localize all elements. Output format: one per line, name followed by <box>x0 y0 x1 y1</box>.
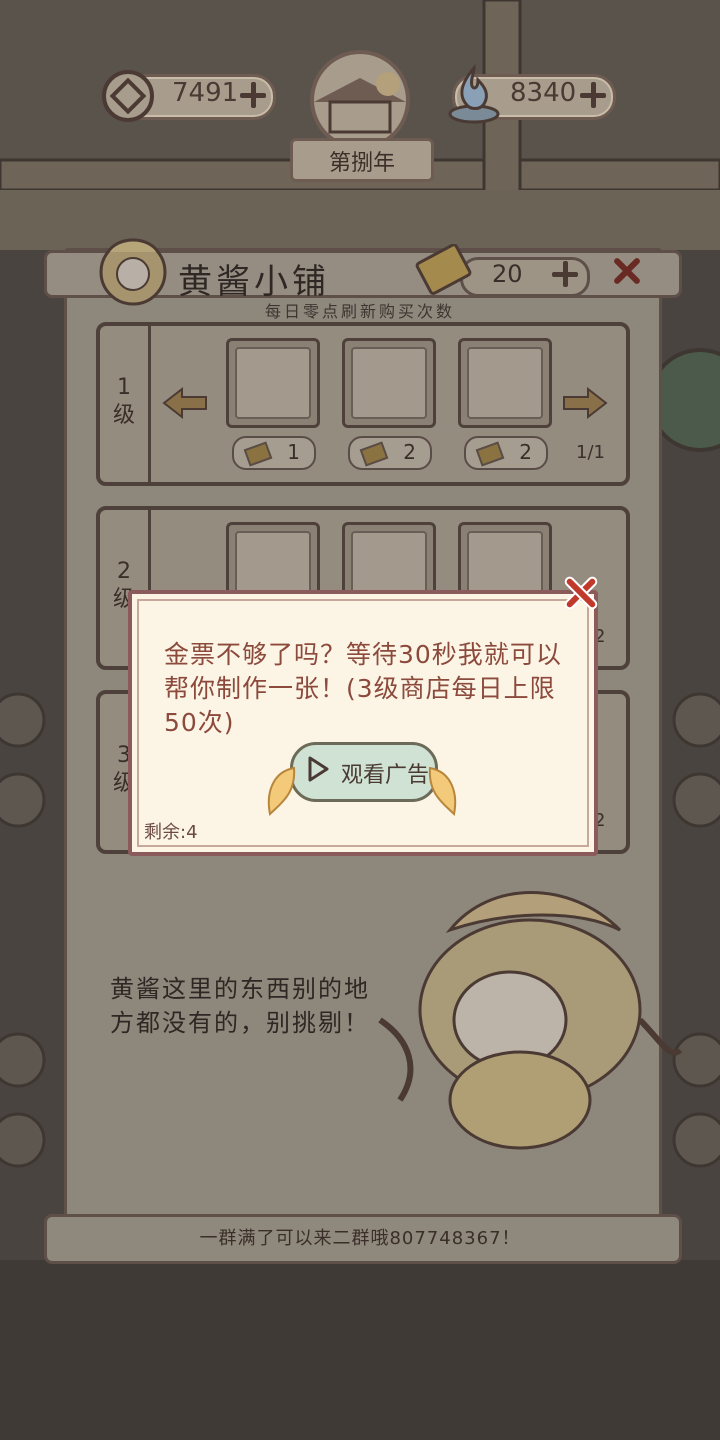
ad-dialog: 金票不够了吗？等待30秒我就可以帮你制作一张！(3级商店每日上限50次) 观看广… <box>128 590 598 856</box>
shop-subtitle: 每日零点刷新购买次数 <box>264 302 455 321</box>
item-slot[interactable] <box>458 338 552 428</box>
ticket-value: 20 <box>492 260 523 288</box>
spirit-add-icon[interactable] <box>580 82 606 108</box>
price-value: 2 <box>403 440 416 464</box>
coin-add-icon[interactable] <box>240 82 266 108</box>
gold-ticket-icon <box>243 441 273 467</box>
play-icon <box>308 756 329 782</box>
blue-flame-icon <box>448 63 500 124</box>
price-tag: 2 <box>464 436 548 470</box>
item-slot[interactable] <box>226 338 320 428</box>
remaining-count: 剩余:4 <box>144 822 198 843</box>
page-indicator: 1/1 <box>576 442 605 463</box>
price-tag: 2 <box>348 436 432 470</box>
year-label: 第捌年 <box>328 151 395 176</box>
pavilion-emblem-icon <box>310 50 410 144</box>
dialog-close-icon[interactable] <box>562 574 600 612</box>
npc-speech: 黄酱这里的东西别的地方都没有的，别挑剔！ <box>110 975 370 1037</box>
price-tag: 1 <box>232 436 316 470</box>
item-slot[interactable] <box>342 338 436 428</box>
shop-title: 黄酱小铺 <box>178 262 330 302</box>
footer-notice: 一群满了可以来二群哦807748367！ <box>199 1228 521 1249</box>
gold-ticket-icon <box>359 441 389 467</box>
arrow-right-icon[interactable] <box>562 386 608 420</box>
shop-close-icon[interactable] <box>610 254 644 288</box>
ginkgo-leaf-left-icon <box>267 766 296 817</box>
year-plate: 第捌年 <box>290 138 434 182</box>
tier-row-1: 1级 1 2 2 1/1 <box>96 322 630 486</box>
spirit-value: 8340 <box>510 78 577 108</box>
coin-value: 7491 <box>172 78 239 108</box>
price-value: 2 <box>519 440 532 464</box>
coin-icon <box>102 70 154 122</box>
dialog-message: 金票不够了吗？等待30秒我就可以帮你制作一张！(3级商店每日上限50次) <box>164 640 562 737</box>
tier-label-1: 1级 <box>112 375 135 428</box>
watch-ad-button[interactable]: 观看广告 <box>290 742 438 802</box>
mascot-avatar-icon <box>99 238 167 306</box>
ticket-add-icon[interactable] <box>552 261 578 287</box>
price-value: 1 <box>287 440 300 464</box>
gold-ticket-icon <box>475 441 505 467</box>
mascot-character-icon <box>378 891 683 1150</box>
watch-ad-label: 观看广告 <box>341 763 430 788</box>
ginkgo-leaf-right-icon <box>428 766 457 817</box>
arrow-left-icon[interactable] <box>162 386 208 420</box>
gold-ticket-icon <box>415 244 472 295</box>
